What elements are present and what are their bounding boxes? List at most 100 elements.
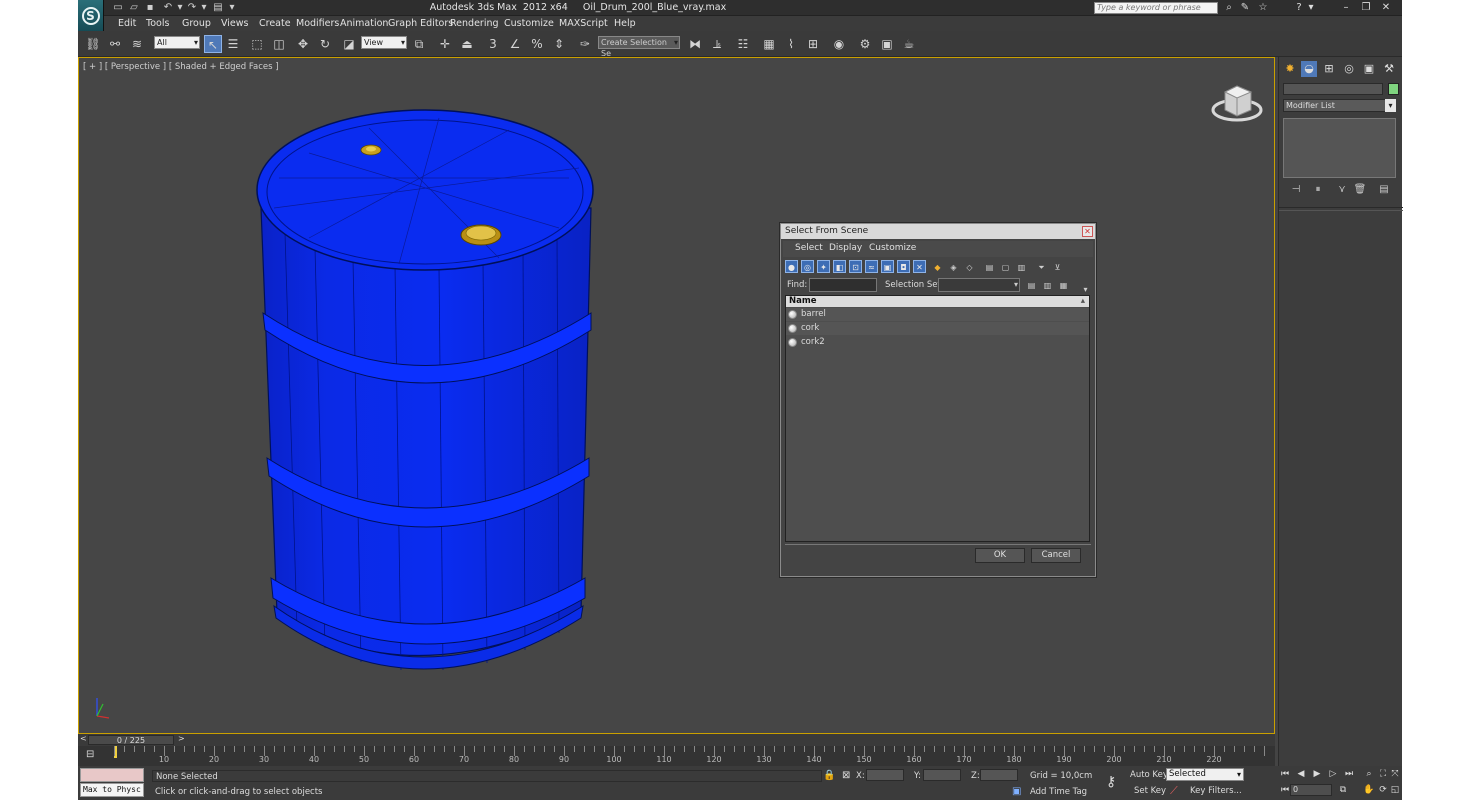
add-to-selection-set-icon[interactable]: ▥ [1041,278,1054,291]
window-crossing-icon[interactable]: ◫ [270,35,288,53]
add-time-tag-button[interactable]: Add Time Tag [1030,787,1087,797]
remove-from-selection-set-icon[interactable]: ▦ [1057,278,1070,291]
undo-history-icon[interactable]: ▾ [174,2,186,13]
cork2-object[interactable] [460,224,502,246]
reference-coordinate-dropdown[interactable]: View [361,36,407,49]
list-item[interactable]: cork [786,322,1089,335]
go-to-end-icon[interactable]: ⏭ [1342,768,1356,780]
menu-edit[interactable]: Edit [118,17,136,30]
set-key-icon[interactable]: ⟋ [1170,784,1178,798]
dialog-close-icon[interactable]: ✕ [1082,226,1093,237]
menu-animation[interactable]: Animation [340,17,388,30]
edit-named-selection-icon[interactable]: ✑ [576,35,594,53]
rectangular-selection-icon[interactable]: ⬚ [248,35,266,53]
ok-button[interactable]: OK [975,548,1025,563]
cork-object[interactable] [360,144,382,156]
selection-lock-icon[interactable]: 🔒 [823,770,835,781]
zoom-all-icon[interactable]: ⤧ [1388,768,1402,780]
play-icon[interactable]: ▶ [1310,768,1324,780]
render-setup-icon[interactable]: ⚙ [856,35,874,53]
dialog-menu-customize[interactable]: Customize [869,243,916,253]
select-and-manipulate-icon[interactable]: ✛ [436,35,454,53]
material-editor-icon[interactable]: ◉ [830,35,848,53]
zoom-icon[interactable]: ⌕ [1362,768,1376,780]
display-all-icon[interactable]: ▤ [983,260,996,273]
key-mode-dropdown[interactable]: Selected [1166,768,1244,781]
key-icon[interactable]: ⚷ [1106,774,1116,790]
track-bar[interactable]: ⊟ 10 20 30 40 50 60 70 80 90 100 110 120 130 140 150 16… [78,746,1275,766]
menu-help[interactable]: Help [614,17,636,30]
project-folder-icon[interactable]: ▤ [212,2,224,13]
remove-modifier-icon[interactable]: 🗑 [1353,183,1367,197]
modifier-list-dropdown[interactable]: Modifier List [1283,99,1396,112]
create-selection-set-icon[interactable]: ▤ [1025,278,1038,291]
select-and-rotate-icon[interactable]: ↻ [316,35,334,53]
find-input[interactable] [809,278,877,292]
dialog-expand-icon[interactable]: ▾ [1079,282,1092,295]
search-input[interactable]: Type a keyword or phrase [1094,2,1218,14]
layer-manager-icon[interactable]: ☷ [734,35,752,53]
time-configuration-icon[interactable]: ⧉ [1336,784,1350,796]
open-file-icon[interactable]: ▱ [128,2,140,13]
minimize-icon[interactable]: – [1338,1,1354,14]
mini-curve-editor-icon[interactable]: ⊟ [86,749,94,760]
save-file-icon[interactable]: ▪ [144,2,156,13]
unlink-selection-icon[interactable]: ⚯ [106,35,124,53]
menu-customize[interactable]: Customize [504,17,554,30]
menu-create[interactable]: Create [259,17,291,30]
select-and-scale-icon[interactable]: ◪ [340,35,358,53]
help-dropdown-icon[interactable]: ▾ [1304,2,1318,14]
time-slider-prev-icon[interactable]: < [80,734,87,743]
show-end-result-icon[interactable]: ⏸ [1311,183,1325,197]
time-slider-thumb[interactable]: 0 / 225 [88,735,174,745]
display-invert-icon[interactable]: ▥ [1015,260,1028,273]
menu-modifiers[interactable]: Modifiers [296,17,339,30]
pin-stack-icon[interactable]: ⊣ [1289,183,1303,197]
modifier-stack[interactable] [1283,118,1396,178]
menu-graph-editors[interactable]: Graph Editors [388,17,453,30]
align-icon[interactable]: ⫡ [708,35,726,53]
object-list[interactable]: Name ▴ barrel cork cork2 [785,295,1090,542]
create-tab-icon[interactable]: ✸ [1282,61,1298,77]
menu-tools[interactable]: Tools [146,17,169,30]
selection-set-dropdown[interactable] [938,278,1020,292]
pivot-center-icon[interactable]: ⧉ [410,35,428,53]
filter-icon[interactable]: ⏷ [1035,260,1048,273]
binoculars-icon[interactable]: ⌕ [1222,2,1236,14]
named-selection-dropdown[interactable]: Create Selection Se [598,36,680,58]
chevron-down-icon[interactable]: ▾ [1385,99,1396,112]
object-color-swatch[interactable] [1388,83,1399,95]
menu-rendering[interactable]: Rendering [450,17,499,30]
utilities-tab-icon[interactable]: ⚒ [1381,61,1397,77]
communication-center-icon[interactable]: ✎ [1238,2,1252,14]
set-key-button[interactable]: Set Key [1134,786,1166,796]
favorites-star-icon[interactable]: ☆ [1256,2,1270,14]
y-coordinate-field[interactable] [923,769,961,781]
filter-options-icon[interactable]: ⊻ [1051,260,1064,273]
keyboard-shortcut-override-icon[interactable]: ⏏ [458,35,476,53]
oil-drum-barrel[interactable] [256,109,594,671]
dialog-menu-select[interactable]: Select [795,243,823,253]
display-containers-icon[interactable]: ◆ [931,260,944,273]
modify-tab-icon[interactable]: ◒ [1301,61,1317,77]
maxscript-listener-input[interactable]: Max to Physc [80,783,144,797]
display-cameras-icon[interactable]: ◧ [833,260,846,273]
mirror-icon[interactable]: ⧓ [686,35,704,53]
x-coordinate-field[interactable] [866,769,904,781]
absolute-mode-icon[interactable]: ⊠ [842,770,850,781]
viewcube-icon[interactable] [1211,85,1263,122]
percent-snap-icon[interactable]: % [528,35,546,53]
select-by-name-icon[interactable]: ☰ [224,35,242,53]
auto-key-button[interactable]: Auto Key [1130,770,1168,780]
list-header-name[interactable]: Name ▴ [786,296,1089,307]
rendered-frame-window-icon[interactable]: ▣ [878,35,896,53]
display-geometry-icon[interactable]: ● [785,260,798,273]
select-and-move-icon[interactable]: ✥ [294,35,312,53]
new-scene-icon[interactable]: ▭ [112,2,124,13]
angle-snap-icon[interactable]: ∠ [506,35,524,53]
schematic-view-icon[interactable]: ⊞ [804,35,822,53]
list-item[interactable]: barrel [786,308,1089,321]
hierarchy-tab-icon[interactable]: ⊞ [1321,61,1337,77]
maxscript-output[interactable] [80,768,144,782]
previous-frame-icon[interactable]: ◀ [1294,768,1308,780]
